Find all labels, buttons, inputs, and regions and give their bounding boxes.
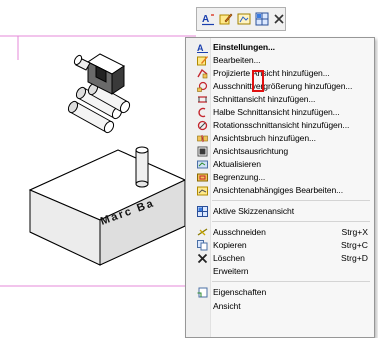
menu-item-shortcut: Strg+C bbox=[341, 240, 368, 250]
menu-item-label: Löschen bbox=[213, 253, 245, 263]
revolved-section-icon bbox=[196, 119, 208, 131]
menu-item-label: Rotationsschnittansicht hinzufügen... bbox=[213, 120, 350, 130]
dimension-icon[interactable]: A bbox=[201, 10, 215, 28]
menu-item-label: Ansichtsbruch hinzufügen... bbox=[213, 133, 316, 143]
delete-icon bbox=[196, 252, 208, 264]
menu-item-section-view[interactable]: Schnittansicht hinzufügen... bbox=[186, 93, 374, 105]
cut-icon bbox=[196, 226, 208, 238]
menu-item-broken-view[interactable]: Ansichtsbruch hinzufügen... bbox=[186, 132, 374, 144]
menu-item-label: Aktualisieren bbox=[213, 159, 261, 169]
menu-item-label: Ansichtsausrichtung bbox=[213, 146, 289, 156]
menu-separator bbox=[212, 200, 370, 201]
svg-text:A: A bbox=[202, 14, 209, 25]
menu-item-expand[interactable]: Erweitern bbox=[186, 265, 374, 277]
svg-text:A: A bbox=[197, 43, 204, 53]
menu-item-refresh[interactable]: Aktualisieren bbox=[186, 158, 374, 170]
view-icon[interactable] bbox=[237, 10, 251, 28]
menu-item-projected-view[interactable]: Projizierte Ansicht hinzufügen... bbox=[186, 67, 374, 79]
close-icon[interactable] bbox=[273, 10, 285, 28]
menu-item-view-dependent-edit[interactable]: Ansichtenabhängiges Bearbeiten... bbox=[186, 184, 374, 196]
menu-item-half-section[interactable]: Halbe Schnittansicht hinzufügen... bbox=[186, 106, 374, 118]
menu-item-detail-view[interactable]: Ausschnittvergrößerung hinzufügen... bbox=[186, 80, 374, 92]
menu-item-label: Halbe Schnittansicht hinzufügen... bbox=[213, 107, 340, 117]
menu-item-view-alignment[interactable]: Ansichtsausrichtung bbox=[186, 145, 374, 157]
menu-item-label: Bearbeiten... bbox=[213, 55, 261, 65]
menu-item-label: Schnittansicht hinzufügen... bbox=[213, 94, 316, 104]
view-dependent-edit-icon bbox=[196, 184, 208, 196]
sketch-view-icon bbox=[196, 205, 208, 217]
menu-item-label: Projizierte Ansicht hinzufügen... bbox=[213, 68, 330, 78]
view-toolbar: A bbox=[196, 7, 286, 31]
refresh-icon bbox=[196, 158, 208, 170]
menu-item-label: Ausschnittvergrößerung hinzufügen... bbox=[213, 81, 353, 91]
grid-icon[interactable] bbox=[255, 10, 269, 28]
projected-view-icon bbox=[196, 67, 208, 79]
menu-item-shortcut: Strg+X bbox=[341, 227, 368, 237]
menu-item-delete[interactable]: Löschen Strg+D bbox=[186, 252, 374, 264]
highlight-marker bbox=[252, 70, 264, 92]
menu-item-label: Einstellungen... bbox=[213, 42, 275, 52]
menu-item-label: Aktive Skizzenansicht bbox=[213, 206, 295, 216]
menu-item-settings[interactable]: A Einstellungen... bbox=[186, 41, 374, 53]
menu-item-label: Eigenschaften bbox=[213, 287, 267, 297]
menu-item-view[interactable]: Ansicht bbox=[186, 300, 374, 312]
menu-item-boundary[interactable]: Begrenzung... bbox=[186, 171, 374, 183]
menu-item-label: Ansicht bbox=[213, 301, 241, 311]
broken-view-icon bbox=[196, 132, 208, 144]
half-section-icon bbox=[196, 106, 208, 118]
menu-item-label: Ansichtenabhängiges Bearbeiten... bbox=[213, 185, 343, 195]
properties-icon bbox=[196, 286, 208, 298]
boundary-icon bbox=[196, 171, 208, 183]
menu-item-shortcut: Strg+D bbox=[341, 253, 368, 263]
view-alignment-icon bbox=[196, 145, 208, 157]
menu-item-label: Erweitern bbox=[213, 266, 249, 276]
menu-item-copy[interactable]: Kopieren Strg+C bbox=[186, 239, 374, 251]
menu-item-label: Ausschneiden bbox=[213, 227, 266, 237]
menu-item-properties[interactable]: Eigenschaften bbox=[186, 286, 374, 298]
menu-separator bbox=[212, 221, 370, 222]
context-menu: A Einstellungen... Bearbeiten... Projizi… bbox=[185, 37, 375, 338]
menu-item-label: Begrenzung... bbox=[213, 172, 266, 182]
model-view[interactable] bbox=[28, 53, 187, 266]
menu-separator bbox=[212, 281, 370, 282]
detail-view-icon bbox=[196, 80, 208, 92]
copy-icon bbox=[196, 239, 208, 251]
menu-item-edit[interactable]: Bearbeiten... bbox=[186, 54, 374, 66]
menu-item-active-sketch-view[interactable]: Aktive Skizzenansicht bbox=[186, 205, 374, 217]
menu-item-cut[interactable]: Ausschneiden Strg+X bbox=[186, 226, 374, 238]
section-view-icon bbox=[196, 93, 208, 105]
edit-icon bbox=[196, 54, 208, 66]
edit-drawing-icon[interactable] bbox=[219, 10, 233, 28]
menu-item-label: Kopieren bbox=[213, 240, 247, 250]
menu-item-revolved-section[interactable]: Rotationsschnittansicht hinzufügen... bbox=[186, 119, 374, 131]
settings-icon: A bbox=[196, 41, 208, 53]
